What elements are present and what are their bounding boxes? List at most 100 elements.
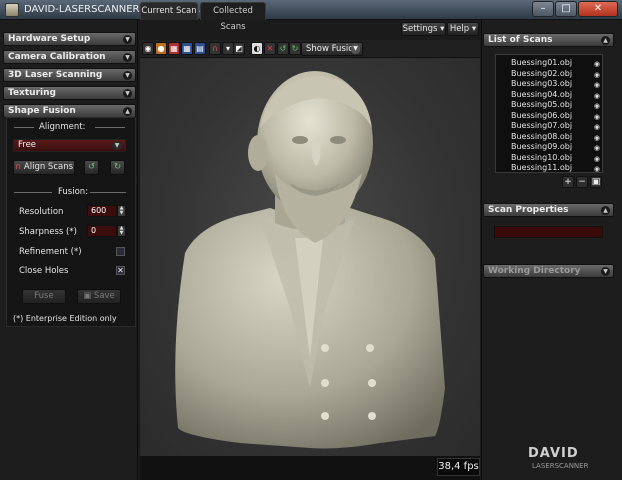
scan-name: Buessing08.obj: [511, 131, 573, 141]
maximize-button[interactable]: □: [555, 1, 577, 17]
scan-properties-label: Scan Properties: [488, 205, 569, 215]
bust-model: [175, 71, 445, 449]
title-bar: DAVID-LASERSCANNER Version 3.0.10000.248…: [0, 0, 622, 20]
list-of-scans-label: List of Scans: [488, 35, 553, 45]
status-bar: [140, 456, 480, 480]
delete-icon[interactable]: ✕: [264, 42, 276, 55]
contrast-icon[interactable]: ◐: [251, 42, 263, 55]
remove-scan-button[interactable]: −: [576, 176, 588, 188]
working-directory-header[interactable]: Working Directory ▼: [483, 264, 614, 278]
tab-collected-scans[interactable]: Collected Scans: [200, 2, 266, 32]
eye-icon[interactable]: ◉: [594, 122, 600, 132]
chevron-icon: ▼: [123, 71, 132, 80]
fuse-button[interactable]: Fuse: [22, 289, 66, 304]
eye-icon[interactable]: ◉: [142, 42, 154, 55]
scan-name: Buessing07.obj: [511, 121, 573, 130]
chevron-up-icon: ▲: [601, 206, 610, 215]
scan-properties-header[interactable]: Scan Properties ▲: [483, 203, 614, 217]
scan-name: Buessing11.obj: [511, 163, 573, 172]
grid-blue-icon[interactable]: ▦: [181, 42, 193, 55]
undo-icon[interactable]: ↺: [84, 160, 99, 175]
section-camera-calibration[interactable]: Camera Calibration ▼: [3, 50, 136, 64]
close-button[interactable]: ✕: [578, 1, 618, 17]
close-holes-label: Close Holes: [19, 266, 69, 276]
eye-icon[interactable]: ◉: [594, 112, 600, 122]
refinement-checkbox[interactable]: [116, 247, 125, 256]
list-item[interactable]: Buessing03.obj ◉: [496, 79, 602, 90]
eye-icon[interactable]: ◉: [594, 154, 600, 164]
add-scan-button[interactable]: +: [562, 176, 574, 188]
save-list-icon[interactable]: ▣: [590, 176, 602, 188]
alignment-select[interactable]: Free ▼: [13, 139, 126, 152]
undo-icon[interactable]: ↺: [277, 42, 289, 55]
redo-icon[interactable]: ↻: [110, 160, 125, 175]
help-menu[interactable]: Help ▾: [447, 22, 479, 36]
scan-name: Buessing05.obj: [511, 100, 573, 109]
save-button[interactable]: ▣ Save: [77, 289, 121, 304]
align-scans-label: Align Scans: [23, 162, 74, 172]
magnet-icon[interactable]: ∩: [209, 42, 221, 55]
align-scans-button[interactable]: ∩ Align Scans: [13, 160, 75, 175]
settings-menu[interactable]: Settings ▾: [401, 22, 446, 36]
sharpness-input[interactable]: 0: [87, 225, 117, 237]
section-3d-laser-scanning[interactable]: 3D Laser Scanning ▼: [3, 68, 136, 82]
eye-icon[interactable]: ◉: [594, 80, 600, 90]
camera-icon[interactable]: ◩: [233, 42, 245, 55]
show-fusion-dropdown[interactable]: Show Fusion ▼: [301, 42, 363, 56]
eye-icon[interactable]: ◉: [594, 133, 600, 143]
magnet-icon: ∩: [14, 162, 22, 172]
list-item[interactable]: Buessing10.obj ◉: [496, 153, 602, 164]
section-shape-fusion[interactable]: Shape Fusion ▲: [3, 104, 136, 118]
list-item[interactable]: Buessing06.obj ◉: [496, 111, 602, 122]
david-logo: DAVID: [528, 446, 579, 461]
chevron-icon: ▼: [123, 35, 132, 44]
app-icon: [5, 3, 19, 17]
close-holes-checkbox[interactable]: ✕: [116, 266, 125, 275]
resolution-label: Resolution: [19, 207, 64, 217]
lightbulb-icon[interactable]: ●: [155, 42, 167, 55]
sharpness-stepper[interactable]: ▲ ▼: [117, 225, 126, 237]
list-item[interactable]: Buessing04.obj ◉: [496, 90, 602, 101]
chevron-down-icon: ▼: [112, 141, 122, 150]
eye-icon[interactable]: ◉: [594, 164, 600, 172]
minimize-button[interactable]: –: [532, 1, 554, 17]
chevron-up-icon: ▲: [123, 107, 132, 116]
grid-icon[interactable]: ▦: [168, 42, 180, 55]
scan-list[interactable]: Buessing01.obj ◉ Buessing02.obj ◉ Buessing…: [495, 54, 603, 173]
scan-name: Buessing03.obj: [511, 79, 573, 88]
eye-icon[interactable]: ◉: [594, 143, 600, 153]
section-hardware-setup[interactable]: Hardware Setup ▼: [3, 32, 136, 46]
list-item[interactable]: Buessing01.obj ◉: [496, 58, 602, 69]
3d-viewport[interactable]: [140, 58, 480, 456]
resolution-input[interactable]: 600: [87, 205, 117, 217]
display-icon[interactable]: ▤: [194, 42, 206, 55]
redo-icon[interactable]: ↻: [289, 42, 301, 55]
list-item[interactable]: Buessing05.obj ◉: [496, 100, 602, 111]
chevron-down-icon: ▼: [351, 44, 360, 54]
eye-icon[interactable]: ◉: [594, 91, 600, 101]
list-of-scans-header[interactable]: List of Scans ▲: [483, 33, 614, 47]
divider: [95, 127, 125, 128]
scan-name: Buessing01.obj: [511, 58, 573, 67]
scan-name: Buessing06.obj: [511, 110, 573, 120]
list-item[interactable]: Buessing11.obj ◉: [496, 163, 602, 172]
chevron-up-icon: ▲: [601, 36, 610, 45]
eye-icon[interactable]: ◉: [594, 59, 600, 69]
scan-name: Buessing02.obj: [511, 68, 573, 78]
scan-properties-field[interactable]: [494, 226, 603, 238]
refinement-label: Refinement (*): [19, 247, 82, 257]
logo-subtitle: LASERSCANNER: [532, 462, 589, 470]
list-item[interactable]: Buessing08.obj ◉: [496, 132, 602, 143]
section-label: Hardware Setup: [8, 34, 91, 44]
sharpness-label: Sharpness (*): [19, 227, 77, 237]
list-item[interactable]: Buessing09.obj ◉: [496, 142, 602, 153]
list-item[interactable]: Buessing02.obj ◉: [496, 69, 602, 80]
eye-icon[interactable]: ◉: [594, 101, 600, 111]
resolution-stepper[interactable]: ▲ ▼: [117, 205, 126, 217]
working-directory-label: Working Directory: [488, 266, 581, 276]
section-texturing[interactable]: Texturing ▼: [3, 86, 136, 100]
alignment-value: Free: [18, 140, 37, 150]
tab-current-scan[interactable]: Current Scan: [140, 2, 198, 20]
eye-icon[interactable]: ◉: [594, 70, 600, 80]
list-item[interactable]: Buessing07.obj ◉: [496, 121, 602, 132]
